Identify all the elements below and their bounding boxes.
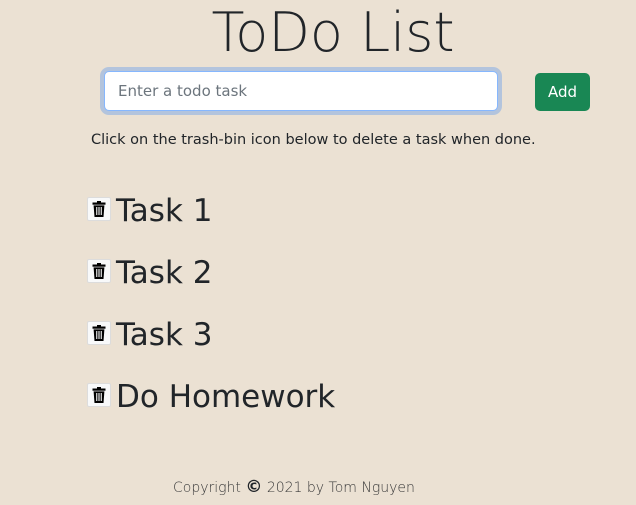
delete-task-button[interactable] [87, 259, 111, 283]
trash-icon [92, 201, 106, 217]
delete-task-button[interactable] [87, 383, 111, 407]
delete-task-button[interactable] [87, 197, 111, 221]
page-title: ToDo List [211, 1, 455, 64]
trash-icon [92, 325, 106, 341]
todo-task-input[interactable] [104, 71, 498, 111]
trash-icon [92, 263, 106, 279]
copyright-suffix: 2021 by Tom Nguyen [266, 480, 415, 496]
task-item: Task 2 [87, 242, 335, 304]
task-label: Task 3 [116, 317, 213, 353]
task-label: Task 1 [116, 193, 213, 229]
task-list: Task 1 Task 2 Task 3 Do Homework [87, 180, 335, 428]
task-item: Task 1 [87, 180, 335, 242]
task-label: Do Homework [116, 379, 336, 415]
add-button[interactable]: Add [535, 73, 590, 111]
delete-task-button[interactable] [87, 321, 111, 345]
copyright-symbol: © [245, 477, 263, 497]
copyright-prefix: Copyright [173, 480, 241, 496]
trash-icon [92, 387, 106, 403]
todo-page: ToDo List Add Click on the trash-bin ico… [0, 0, 636, 505]
task-item: Do Homework [87, 366, 335, 428]
instruction-text: Click on the trash-bin icon below to del… [91, 132, 536, 148]
task-label: Task 2 [116, 255, 213, 291]
copyright-footer: Copyright © 2021 by Tom Nguyen [173, 477, 415, 498]
task-item: Task 3 [87, 304, 335, 366]
